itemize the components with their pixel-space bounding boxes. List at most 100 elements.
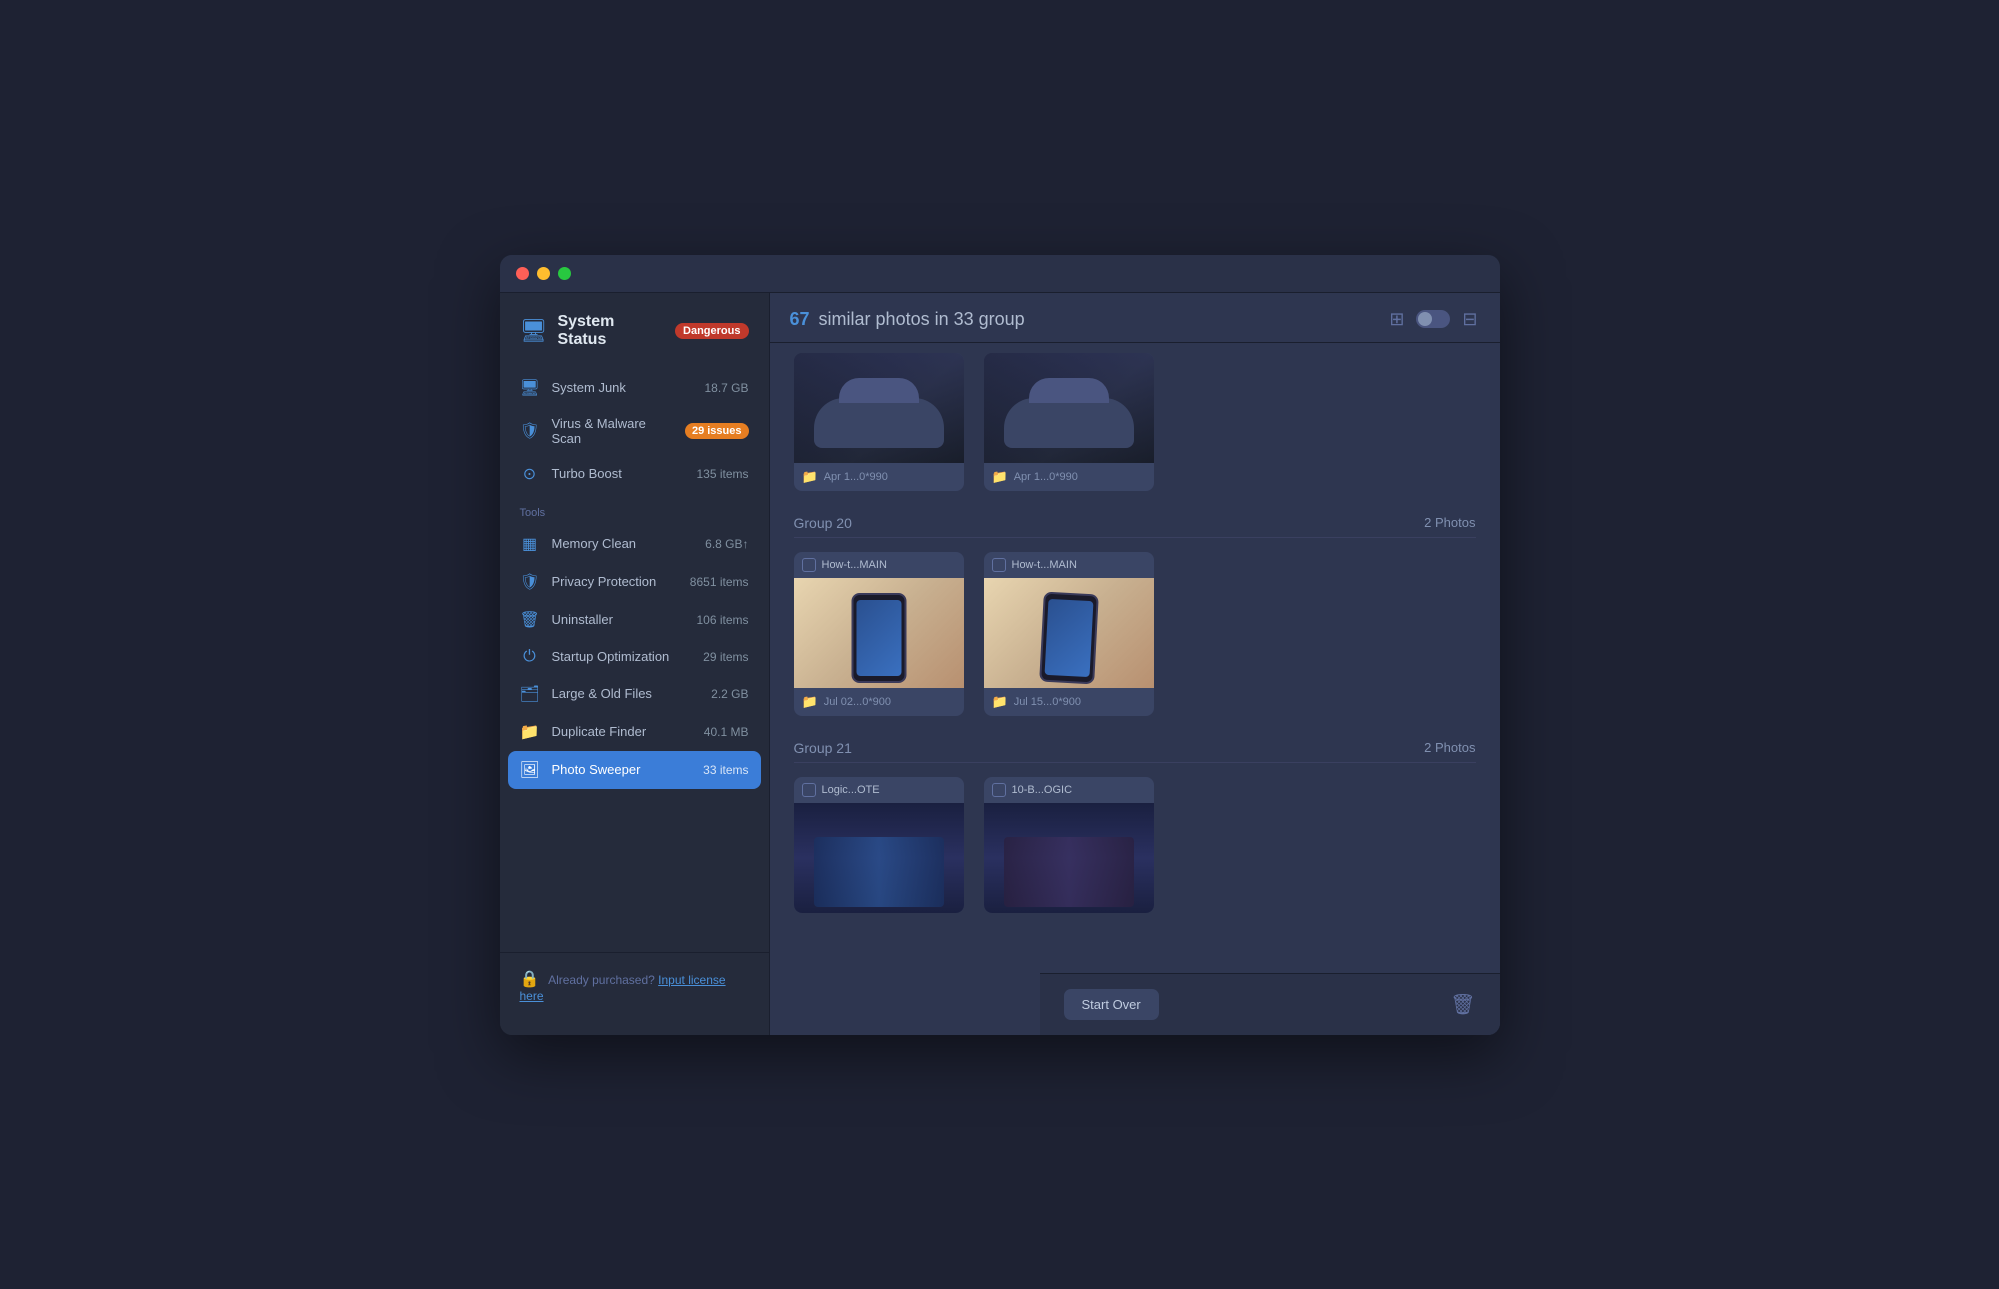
photo-checkbox[interactable] <box>802 558 816 572</box>
uninstaller-icon: 🗑 <box>520 610 540 630</box>
sidebar-item-duplicate-finder[interactable]: 📁 Duplicate Finder 40.1 MB <box>500 713 769 751</box>
photo-meta-2: Apr 1...0*990 <box>1014 471 1078 483</box>
sidebar: 🖥 System Status Dangerous 🖥 System Junk … <box>500 293 770 1035</box>
bottom-bar: Start Over 🗑 <box>1040 973 1500 1035</box>
panel-header: 67 similar photos in 33 group ⊞ ⊟ <box>770 293 1500 343</box>
photo-group-20: Group 20 2 Photos How-t...MAIN <box>770 499 1500 724</box>
maximize-button[interactable] <box>558 267 571 280</box>
photo-grid-partial: 📁 Apr 1...0*990 📁 <box>794 353 1476 491</box>
main-window: 🖥 System Status Dangerous 🖥 System Junk … <box>500 255 1500 1035</box>
panel-title-text: similar photos in 33 group <box>819 309 1025 329</box>
memory-clean-label: Memory Clean <box>552 536 694 551</box>
sidebar-item-large-old-files[interactable]: 🗂 Large & Old Files 2.2 GB <box>500 675 769 713</box>
trash-icon[interactable]: 🗑 <box>1450 992 1475 1017</box>
photo-filename: How-t...MAIN <box>822 559 887 571</box>
system-junk-icon: 🖥 <box>520 378 540 398</box>
sidebar-footer: 🔒 Already purchased? Input license here <box>500 952 769 1019</box>
photo-footer-phone-1: 📁 Jul 02...0*900 <box>794 688 964 716</box>
system-junk-value: 18.7 GB <box>704 381 748 395</box>
folder-icon: 📁 <box>992 469 1008 485</box>
duplicate-finder-value: 40.1 MB <box>704 725 749 739</box>
duplicate-finder-label: Duplicate Finder <box>552 724 692 739</box>
photo-thumbnail-car-1 <box>794 353 964 463</box>
photo-meta-1: Apr 1...0*990 <box>824 471 888 483</box>
folder-icon: 📁 <box>802 469 818 485</box>
photo-checkbox[interactable] <box>802 783 816 797</box>
photo-checkbox[interactable] <box>992 783 1006 797</box>
duplicate-finder-icon: 📁 <box>520 722 540 742</box>
sidebar-item-uninstaller[interactable]: 🗑 Uninstaller 106 items <box>500 601 769 639</box>
photo-group-partial: 📁 Apr 1...0*990 📁 <box>770 353 1500 499</box>
toggle-switch[interactable] <box>1416 310 1450 328</box>
photo-card-phone-1: How-t...MAIN 📁 Jul 02...0*900 <box>794 552 964 716</box>
turbo-boost-icon: ⊙ <box>520 464 540 484</box>
photo-thumbnail-dark-1 <box>794 803 964 913</box>
sidebar-item-startup-optimization[interactable]: ⏻ Startup Optimization 29 items <box>500 639 769 675</box>
photo-count: 67 <box>790 309 810 329</box>
photo-card-header: 10-B...OGIC <box>984 777 1154 803</box>
lock-icon: 🔒 <box>520 971 540 988</box>
sidebar-item-memory-clean[interactable]: ▦ Memory Clean 6.8 GB↑ <box>500 525 769 563</box>
photo-thumbnail-car-2 <box>984 353 1154 463</box>
system-status-icon: 🖥 <box>520 318 548 344</box>
main-panel: 67 similar photos in 33 group ⊞ ⊟ <box>770 293 1500 1035</box>
photo-card: 📁 Apr 1...0*990 <box>794 353 964 491</box>
photo-sweeper-value: 33 items <box>703 763 748 777</box>
scroll-area[interactable]: 📁 Apr 1...0*990 📁 <box>770 343 1500 1035</box>
main-content: 🖥 System Status Dangerous 🖥 System Junk … <box>500 293 1500 1035</box>
folder-icon: 📁 <box>992 694 1008 710</box>
group-20-header: Group 20 2 Photos <box>794 515 1476 538</box>
photo-footer-1: 📁 Apr 1...0*990 <box>794 463 964 491</box>
photo-card-header: Logic...OTE <box>794 777 964 803</box>
system-junk-label: System Junk <box>552 380 693 395</box>
virus-issue-badge: 29 issues <box>685 423 749 439</box>
group-21-name: Group 21 <box>794 740 852 756</box>
group-21-grid: Logic...OTE 10-B...OGIC <box>794 777 1476 913</box>
privacy-protection-icon: 🛡 <box>520 572 540 592</box>
virus-malware-label: Virus & Malware Scan <box>552 416 673 446</box>
startup-optimization-value: 29 items <box>703 650 748 664</box>
photo-card: 📁 Apr 1...0*990 <box>984 353 1154 491</box>
sidebar-item-system-junk[interactable]: 🖥 System Junk 18.7 GB <box>500 369 769 407</box>
sidebar-item-privacy-protection[interactable]: 🛡 Privacy Protection 8651 items <box>500 563 769 601</box>
photo-meta-phone-1: Jul 02...0*900 <box>824 696 891 708</box>
photo-card-dark-1: Logic...OTE <box>794 777 964 913</box>
folder-icon: 📁 <box>802 694 818 710</box>
photo-footer-2: 📁 Apr 1...0*990 <box>984 463 1154 491</box>
large-old-files-value: 2.2 GB <box>711 687 748 701</box>
photo-card-phone-2: How-t...MAIN 📁 Jul 15...0*900 <box>984 552 1154 716</box>
close-button[interactable] <box>516 267 529 280</box>
large-old-files-icon: 🗂 <box>520 684 540 704</box>
sidebar-item-virus-malware[interactable]: 🛡 Virus & Malware Scan 29 issues <box>500 407 769 455</box>
grid-view-button[interactable]: ⊞ <box>1387 307 1406 332</box>
minimize-button[interactable] <box>537 267 550 280</box>
photo-footer-phone-2: 📁 Jul 15...0*900 <box>984 688 1154 716</box>
photo-card-header: How-t...MAIN <box>984 552 1154 578</box>
group-21-count: 2 Photos <box>1424 740 1475 755</box>
photo-card-dark-2: 10-B...OGIC <box>984 777 1154 913</box>
uninstaller-value: 106 items <box>696 613 748 627</box>
panel-controls: ⊞ ⊟ <box>1387 307 1479 332</box>
sidebar-header: 🖥 System Status Dangerous <box>500 309 769 369</box>
sidebar-item-photo-sweeper[interactable]: 🖼 Photo Sweeper 33 items <box>508 751 761 789</box>
list-view-button[interactable]: ⊟ <box>1460 307 1479 332</box>
photo-card-header: How-t...MAIN <box>794 552 964 578</box>
startup-optimization-icon: ⏻ <box>520 648 540 666</box>
photo-sweeper-icon: 🖼 <box>520 760 540 780</box>
turbo-boost-value: 135 items <box>696 467 748 481</box>
group-20-count: 2 Photos <box>1424 515 1475 530</box>
sidebar-item-turbo-boost[interactable]: ⊙ Turbo Boost 135 items <box>500 455 769 493</box>
footer-text: Already purchased? <box>548 973 655 987</box>
group-20-name: Group 20 <box>794 515 852 531</box>
turbo-boost-label: Turbo Boost <box>552 466 685 481</box>
virus-malware-icon: 🛡 <box>520 421 540 441</box>
group-20-grid: How-t...MAIN 📁 Jul 02...0*900 <box>794 552 1476 716</box>
photo-meta-phone-2: Jul 15...0*900 <box>1014 696 1081 708</box>
uninstaller-label: Uninstaller <box>552 612 685 627</box>
photo-thumbnail-dark-2 <box>984 803 1154 913</box>
start-over-button[interactable]: Start Over <box>1064 989 1159 1020</box>
photo-checkbox[interactable] <box>992 558 1006 572</box>
startup-optimization-label: Startup Optimization <box>552 649 692 664</box>
photo-filename: How-t...MAIN <box>1012 559 1077 571</box>
privacy-protection-label: Privacy Protection <box>552 574 678 589</box>
